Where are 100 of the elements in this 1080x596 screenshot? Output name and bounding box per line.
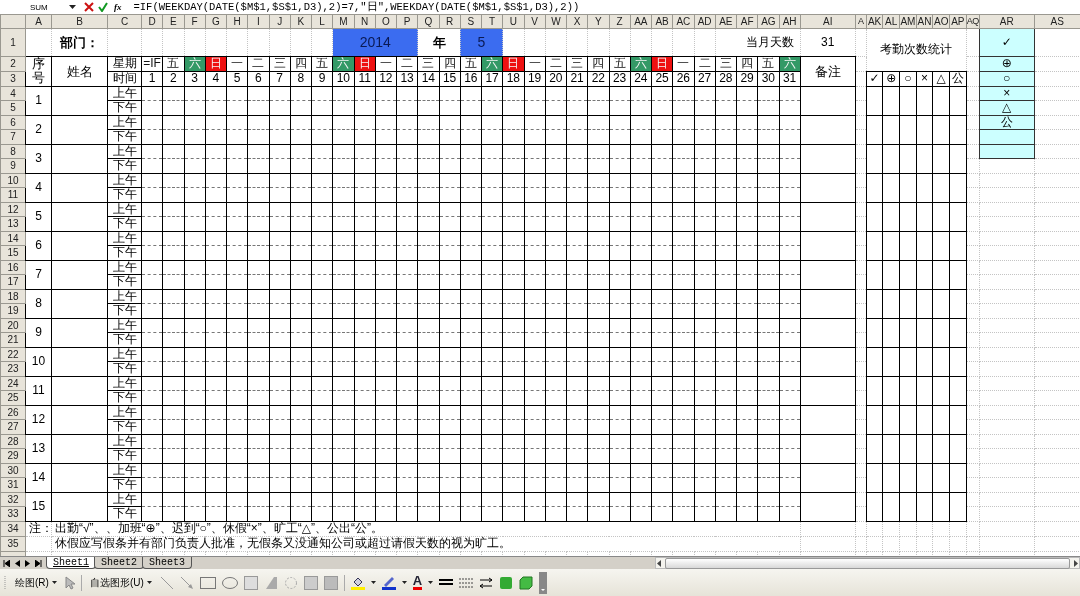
column-header[interactable]: U [502, 14, 524, 29]
column-header[interactable]: AD [694, 14, 716, 29]
column-header[interactable]: V [524, 14, 546, 29]
function-button[interactable]: fx [112, 0, 124, 14]
column-header[interactable]: I [247, 14, 269, 29]
row-header[interactable]: 1 [0, 28, 26, 57]
circle-dots-icon[interactable] [283, 575, 298, 590]
rectangle-icon[interactable] [199, 576, 216, 589]
formula-field[interactable]: =IF(WEEKDAY(DATE($M$1,$S$1,D3),2)=7,"日",WEEKDAY(DATE($M$1,$S$1,D3),2)) [133, 0, 580, 14]
day-number-cell: 27 [694, 71, 716, 87]
table-cell: 上午 [107, 202, 142, 217]
weekday-cell: 一 [672, 56, 694, 72]
table-cell: 下午 [107, 477, 142, 493]
column-header[interactable]: E [162, 14, 184, 29]
note-text: 休假应写假条并有部门负责人批准，无假条又没通知公司或超过请假天数的视为旷工。 [51, 536, 801, 552]
column-header[interactable]: AS [1034, 14, 1080, 29]
sheet-tab[interactable]: Sheet2 [94, 557, 145, 569]
weekday-cell: 六 [779, 56, 801, 72]
weekday-cell: 五 [162, 56, 184, 72]
font-color-button[interactable]: A [412, 575, 423, 590]
column-header[interactable]: O [375, 14, 397, 29]
column-header[interactable]: C [107, 14, 142, 29]
menu-button[interactable]: 自选图形(U) [87, 575, 154, 590]
column-header[interactable]: Z [609, 14, 631, 29]
toolbar-options-icon[interactable] [539, 571, 548, 594]
column-header[interactable]: F [184, 14, 206, 29]
column-header[interactable]: L [311, 14, 333, 29]
weekday-cell: 四 [587, 56, 609, 72]
first-sheet-icon[interactable] [3, 559, 10, 567]
column-header[interactable]: T [481, 14, 503, 29]
column-header[interactable]: N [354, 14, 376, 29]
column-header[interactable]: AB [651, 14, 673, 29]
slanted-shape-icon[interactable] [263, 575, 278, 590]
next-sheet-icon[interactable] [25, 559, 30, 567]
weekday-cell: 一 [524, 56, 546, 72]
fill-bucket-icon[interactable] [350, 575, 365, 590]
column-header[interactable]: G [205, 14, 227, 29]
column-header[interactable]: AH [779, 14, 801, 29]
sheet-tab[interactable]: Sheet1 [46, 557, 96, 569]
column-header[interactable]: AC [672, 14, 694, 29]
column-header[interactable]: Q [417, 14, 439, 29]
day-number-cell: 12 [375, 71, 397, 87]
table-header: ⊕ [882, 71, 900, 87]
line-icon[interactable] [159, 575, 174, 590]
column-header[interactable]: R [439, 14, 461, 29]
horizontal-scrollbar[interactable] [655, 557, 1080, 569]
shadow-style-icon[interactable] [499, 575, 514, 590]
column-header[interactable]: AA [630, 14, 652, 29]
column-header[interactable]: P [396, 14, 418, 29]
table-header: △ [932, 71, 950, 87]
day-number-cell: 7 [269, 71, 291, 87]
column-header[interactable]: B [51, 14, 108, 29]
table-cell: 上午 [107, 347, 142, 362]
note-text: 出勤“√”、、加班“⊕”、迟到“○”、休假“×”、旷工“△”、公出“公”。 [51, 521, 801, 537]
text-box-icon[interactable] [243, 575, 258, 590]
sheet-tab[interactable]: Sheet3 [142, 557, 193, 569]
last-sheet-icon[interactable] [35, 559, 42, 567]
oval-icon[interactable] [221, 576, 238, 589]
dash-style-icon[interactable] [459, 576, 474, 589]
column-header[interactable]: X [566, 14, 588, 29]
column-header[interactable]: D [141, 14, 163, 29]
pointer-icon[interactable] [64, 575, 75, 590]
column-header[interactable]: AG [757, 14, 779, 29]
caret-icon [146, 581, 152, 584]
menu-button[interactable]: 绘图(R) [13, 575, 59, 590]
weekday-cell: 二 [396, 56, 418, 72]
arrow-icon[interactable] [179, 575, 194, 590]
column-header[interactable]: J [269, 14, 291, 29]
scroll-right-icon[interactable] [1073, 559, 1079, 567]
column-header[interactable]: M [332, 14, 354, 29]
day-number-cell: 16 [460, 71, 482, 87]
column-header[interactable]: Y [587, 14, 609, 29]
day-number-cell: 10 [332, 71, 354, 87]
weekday-cell: 二 [694, 56, 716, 72]
column-header[interactable]: K [290, 14, 312, 29]
arrows-icon[interactable] [479, 576, 494, 589]
pen-icon[interactable] [381, 575, 396, 590]
weekday-cell: 五 [757, 56, 779, 72]
column-header[interactable]: AI [800, 14, 856, 29]
column-header[interactable]: A [25, 14, 52, 29]
day-number-cell: 11 [354, 71, 376, 87]
check-icon[interactable] [98, 2, 108, 12]
column-header[interactable]: S [460, 14, 482, 29]
weekday-cell: 六 [332, 56, 354, 72]
column-header[interactable]: W [545, 14, 567, 29]
column-header[interactable]: AE [715, 14, 737, 29]
column-header[interactable]: A [855, 14, 867, 29]
table-cell: 上午 [107, 405, 142, 420]
previous-sheet-icon[interactable] [15, 559, 20, 567]
column-header[interactable]: AF [736, 14, 758, 29]
day-number-cell: 17 [481, 71, 503, 87]
weekday-cell: 五 [460, 56, 482, 72]
table-cell: 下午 [107, 303, 142, 319]
cancel-icon[interactable] [84, 2, 94, 12]
cube-icon[interactable] [519, 575, 534, 590]
column-header[interactable]: AR [979, 14, 1035, 29]
weekday-cell: 六 [481, 56, 503, 72]
scroll-left-icon[interactable] [656, 559, 662, 567]
column-header[interactable]: H [226, 14, 248, 29]
caret-icon [69, 5, 76, 9]
